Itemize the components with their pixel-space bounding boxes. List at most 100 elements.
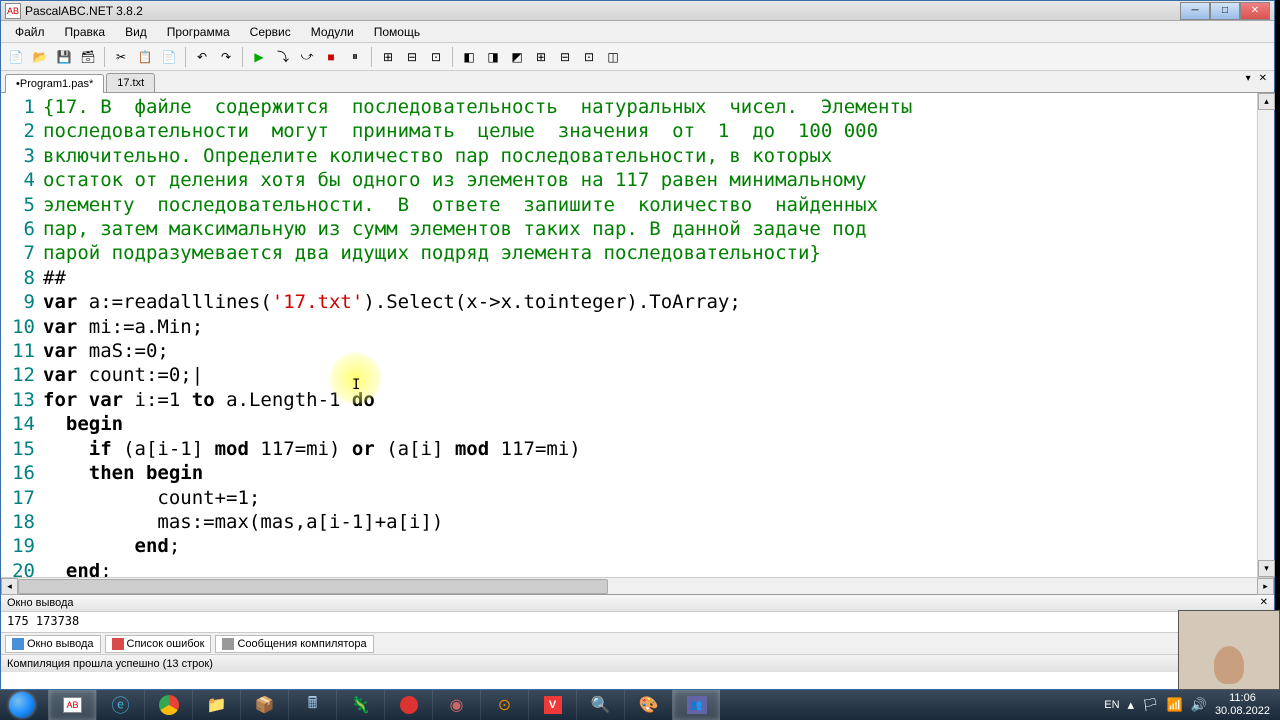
tray-clock[interactable]: 11:06 30.08.2022 (1215, 692, 1270, 718)
document-tabbar: •Program1.pas* 17.txt ▾ ✕ (1, 71, 1274, 93)
task-opera[interactable] (384, 690, 432, 720)
step-over-icon[interactable]: ⤻ (296, 46, 318, 68)
task-paint[interactable]: 🎨 (624, 690, 672, 720)
tray-network-icon[interactable]: 📶 (1167, 697, 1183, 713)
menu-modules[interactable]: Модули (301, 22, 364, 42)
vertical-scrollbar[interactable]: ▴ ▾ (1257, 93, 1274, 577)
stop-icon[interactable]: ■ (320, 46, 342, 68)
compiler-icon (222, 638, 234, 650)
save-icon[interactable]: 💾 (53, 46, 75, 68)
app-icon: AB (5, 3, 21, 19)
maximize-button[interactable]: □ (1210, 2, 1240, 20)
pascalabc-icon: AB (63, 697, 81, 713)
chrome-icon (159, 695, 179, 715)
vivaldi-icon: V (544, 696, 562, 714)
btab-compiler[interactable]: Сообщения компилятора (215, 635, 373, 653)
window-title: PascalABC.NET 3.8.2 (25, 4, 1180, 18)
folder-icon: 📁 (207, 695, 227, 715)
tool2-icon[interactable]: ◨ (482, 46, 504, 68)
tool5-icon[interactable]: ⊟ (554, 46, 576, 68)
tool6-icon[interactable]: ⊡ (578, 46, 600, 68)
open-file-icon[interactable]: 📂 (29, 46, 51, 68)
close-button[interactable]: ✕ (1240, 2, 1270, 20)
start-button[interactable] (0, 690, 44, 720)
menu-service[interactable]: Сервис (240, 22, 301, 42)
task-pascalabc[interactable]: AB (48, 690, 96, 720)
task-calc[interactable]: 🖩 (288, 690, 336, 720)
scroll-up-icon[interactable]: ▴ (1258, 93, 1275, 110)
redo-icon[interactable]: ↷ (215, 46, 237, 68)
tool4-icon[interactable]: ⊞ (530, 46, 552, 68)
new-file-icon[interactable]: 📄 (5, 46, 27, 68)
tool7-icon[interactable]: ◫ (602, 46, 624, 68)
task-teams[interactable]: 👥 (672, 690, 720, 720)
cursor-icon: I (352, 373, 364, 389)
menu-help[interactable]: Помощь (364, 22, 430, 42)
tab-17txt[interactable]: 17.txt (106, 73, 155, 92)
output-icon (12, 638, 24, 650)
window3-icon[interactable]: ⊡ (425, 46, 447, 68)
paste-icon[interactable]: 📄 (158, 46, 180, 68)
errors-icon (112, 638, 124, 650)
output-content: 175 173738 (1, 612, 1274, 632)
menu-file[interactable]: Файл (5, 22, 55, 42)
app1-icon: ◉ (450, 695, 464, 715)
task-app1[interactable]: ◉ (432, 690, 480, 720)
code-editor[interactable]: 1234567891011121314151617181920 {17. В ф… (1, 93, 1274, 577)
horizontal-scrollbar[interactable]: ◂ ▸ (1, 577, 1274, 594)
task-zip[interactable]: 📦 (240, 690, 288, 720)
tray-time: 11:06 (1215, 692, 1270, 705)
task-search[interactable]: 🔍 (576, 690, 624, 720)
pause-icon[interactable]: ⏸ (344, 46, 366, 68)
tab-close-icon[interactable]: ✕ (1256, 73, 1270, 84)
tab-program1[interactable]: •Program1.pas* (5, 74, 104, 93)
menu-view[interactable]: Вид (115, 22, 157, 42)
statusbar: Компиляция прошла успешно (13 строк) Стр… (1, 654, 1274, 672)
tab-dropdown-icon[interactable]: ▾ (1243, 73, 1254, 84)
task-explorer[interactable]: 📁 (192, 690, 240, 720)
scroll-right-icon[interactable]: ▸ (1257, 578, 1274, 595)
window2-icon[interactable]: ⊟ (401, 46, 423, 68)
task-app2[interactable]: ⊙ (480, 690, 528, 720)
btab-errors[interactable]: Список ошибок (105, 635, 212, 653)
menu-edit[interactable]: Правка (55, 22, 116, 42)
save-all-icon[interactable]: 🗃 (77, 46, 99, 68)
opera-icon (400, 696, 418, 714)
menu-program[interactable]: Программа (157, 22, 240, 42)
scroll-left-icon[interactable]: ◂ (1, 578, 18, 595)
calc-icon: 🖩 (308, 692, 318, 719)
run-icon[interactable]: ▶ (248, 46, 270, 68)
main-window: AB PascalABC.NET 3.8.2 ─ □ ✕ Файл Правка… (0, 0, 1275, 690)
tray-up-icon[interactable]: ▴ (1128, 697, 1135, 713)
window1-icon[interactable]: ⊞ (377, 46, 399, 68)
line-gutter: 1234567891011121314151617181920 (1, 93, 43, 577)
tool1-icon[interactable]: ◧ (458, 46, 480, 68)
task-chrome[interactable] (144, 690, 192, 720)
tray-flag-icon[interactable]: 🏳 (1142, 697, 1159, 713)
windows-orb-icon (9, 692, 35, 718)
minimize-button[interactable]: ─ (1180, 2, 1210, 20)
webcam-face (1214, 646, 1244, 684)
taskbar: AB ⓔ 📁 📦 🖩 🦎 ◉ ⊙ V 🔍 🎨 👥 EN ▴ 🏳 📶 🔊 11:0… (0, 690, 1280, 720)
copy-icon[interactable]: 📋 (134, 46, 156, 68)
tray-volume-icon[interactable]: 🔊 (1191, 697, 1207, 713)
output-panel-header: Окно вывода ✕ (1, 594, 1274, 612)
undo-icon[interactable]: ↶ (191, 46, 213, 68)
output-close-icon[interactable]: ✕ (1260, 597, 1268, 609)
task-notepadpp[interactable]: 🦎 (336, 690, 384, 720)
scroll-thumb[interactable] (18, 579, 608, 594)
step-into-icon[interactable]: ⤵ (272, 46, 294, 68)
cut-icon[interactable]: ✂ (110, 46, 132, 68)
task-ie[interactable]: ⓔ (96, 690, 144, 720)
toolbar: 📄 📂 💾 🗃 ✂ 📋 📄 ↶ ↷ ▶ ⤵ ⤻ ■ ⏸ ⊞ ⊟ ⊡ ◧ ◨ ◩ … (1, 43, 1274, 71)
code-area[interactable]: {17. В файле содержится последовательнос… (43, 93, 1274, 577)
btab-output[interactable]: Окно вывода (5, 635, 101, 653)
bottom-tabbar: Окно вывода Список ошибок Сообщения комп… (1, 632, 1274, 654)
scroll-down-icon[interactable]: ▾ (1258, 560, 1275, 577)
tray-date: 30.08.2022 (1215, 705, 1270, 718)
ie-icon: ⓔ (112, 692, 130, 718)
system-tray: EN ▴ 🏳 📶 🔊 11:06 30.08.2022 (1104, 692, 1280, 718)
tool3-icon[interactable]: ◩ (506, 46, 528, 68)
tray-lang[interactable]: EN (1104, 699, 1119, 711)
task-vivaldi[interactable]: V (528, 690, 576, 720)
